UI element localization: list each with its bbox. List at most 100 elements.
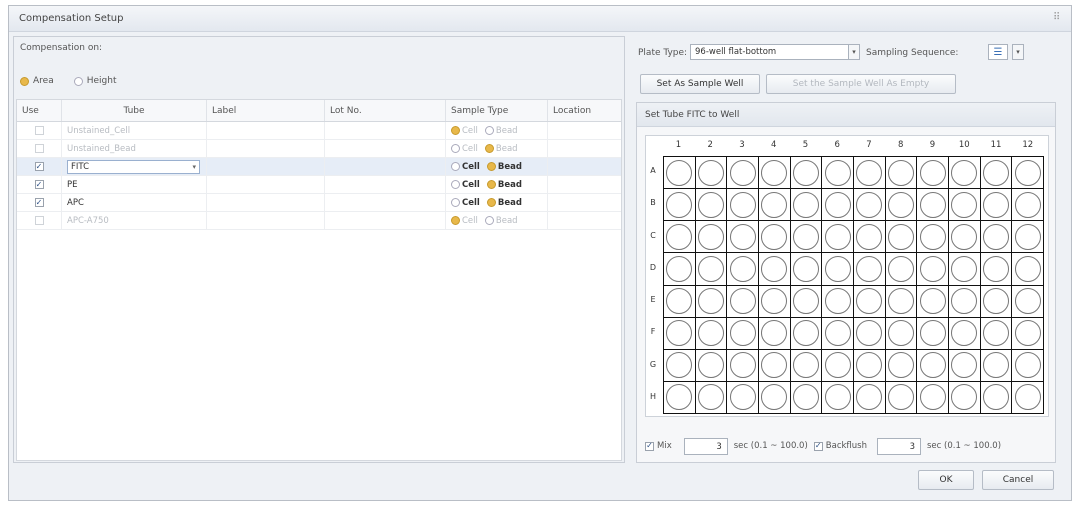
tube-cell[interactable]: Unstained_Bead [62,139,207,158]
well-circle[interactable] [856,288,883,315]
lot-cell[interactable] [325,139,446,158]
label-cell[interactable] [207,139,325,158]
table-row[interactable]: Unstained_Cell Cell Bead [17,121,621,140]
cancel-button[interactable]: Cancel [982,470,1054,490]
lot-cell[interactable] [325,175,446,194]
well-circle[interactable] [761,384,788,411]
well-cell[interactable] [822,253,854,286]
well-circle[interactable] [982,223,1009,250]
well-cell[interactable] [948,189,981,222]
well-cell[interactable] [695,157,728,190]
well-circle[interactable] [792,191,819,218]
radio-unselected-icon[interactable] [73,76,83,86]
well-circle[interactable] [1014,255,1041,282]
well-circle[interactable] [951,288,978,315]
well-circle[interactable] [919,320,946,347]
well-cell[interactable] [1012,349,1044,382]
well-cell[interactable] [822,349,854,382]
radio-selected-icon[interactable] [486,198,496,207]
well-circle[interactable] [856,255,883,282]
lot-cell[interactable] [325,193,446,212]
sample-type-bead-radio[interactable]: Bead [486,162,522,172]
well-cell[interactable] [948,349,981,382]
well-circle[interactable] [666,384,693,411]
well-cell[interactable] [727,381,759,414]
well-cell[interactable] [790,221,823,254]
well-circle[interactable] [919,223,946,250]
well-circle[interactable] [951,384,978,411]
well-cell[interactable] [917,221,949,254]
well-circle[interactable] [666,255,693,282]
well-circle[interactable] [1014,352,1041,379]
well-circle[interactable] [887,320,914,347]
well-cell[interactable] [758,349,791,382]
well-cell[interactable] [853,349,886,382]
well-cell[interactable] [917,253,949,286]
well-cell[interactable] [822,157,854,190]
sample-type-cell-radio[interactable]: Cell [451,144,478,154]
well-cell[interactable] [790,349,823,382]
table-row[interactable]: APC-A750 Cell Bead [17,211,621,230]
mix-option[interactable]: ✓ Mix [645,441,672,451]
well-circle[interactable] [951,191,978,218]
radio-selected-icon[interactable] [486,180,496,189]
well-cell[interactable] [885,253,918,286]
radio-selected-icon[interactable] [451,216,460,225]
use-checkbox[interactable] [34,126,44,135]
sample-type-bead-radio[interactable]: Bead [484,126,518,136]
radio-selected-icon[interactable] [484,144,494,153]
well-cell[interactable] [917,285,949,318]
well-circle[interactable] [792,352,819,379]
well-circle[interactable] [697,223,724,250]
well-cell[interactable] [948,157,981,190]
well-circle[interactable] [824,255,851,282]
well-cell[interactable] [695,253,728,286]
well-circle[interactable] [919,191,946,218]
use-checkbox[interactable] [34,216,44,225]
well-cell[interactable] [790,317,823,350]
radio-selected-icon[interactable] [486,162,496,171]
label-cell[interactable] [207,157,325,176]
well-circle[interactable] [697,384,724,411]
well-cell[interactable] [1012,381,1044,414]
well-cell[interactable] [885,349,918,382]
mix-checkbox[interactable]: ✓ [645,441,654,451]
area-radio[interactable]: Area [20,76,54,86]
well-circle[interactable] [951,159,978,186]
well-cell[interactable] [1012,317,1044,350]
col-header-location[interactable]: Location [548,100,621,121]
well-circle[interactable] [666,223,693,250]
well-cell[interactable] [695,189,728,222]
well-circle[interactable] [729,288,756,315]
well-cell[interactable] [758,317,791,350]
well-cell[interactable] [980,317,1013,350]
well-cell[interactable] [664,253,696,286]
mix-seconds-input[interactable]: 3 [683,437,728,455]
label-cell[interactable] [207,211,325,230]
well-circle[interactable] [729,191,756,218]
sample-type-cell-radio[interactable]: Cell [451,162,480,172]
well-cell[interactable] [980,157,1013,190]
well-circle[interactable] [982,320,1009,347]
well-circle[interactable] [792,223,819,250]
well-circle[interactable] [951,320,978,347]
well-circle[interactable] [824,223,851,250]
well-circle[interactable] [887,191,914,218]
well-cell[interactable] [917,381,949,414]
well-cell[interactable] [758,381,791,414]
set-sample-well-empty-button[interactable]: Set the Sample Well As Empty [766,74,956,94]
well-cell[interactable] [664,285,696,318]
well-circle[interactable] [951,255,978,282]
well-cell[interactable] [853,221,886,254]
well-circle[interactable] [919,384,946,411]
well-circle[interactable] [666,159,693,186]
well-cell[interactable] [822,221,854,254]
well-cell[interactable] [885,381,918,414]
col-header-sample-type[interactable]: Sample Type [446,100,548,121]
well-circle[interactable] [729,320,756,347]
well-circle[interactable] [856,191,883,218]
tube-cell[interactable]: FITC ▾ [62,157,207,176]
col-header-label[interactable]: Label [207,100,325,121]
well-circle[interactable] [824,288,851,315]
well-cell[interactable] [917,189,949,222]
